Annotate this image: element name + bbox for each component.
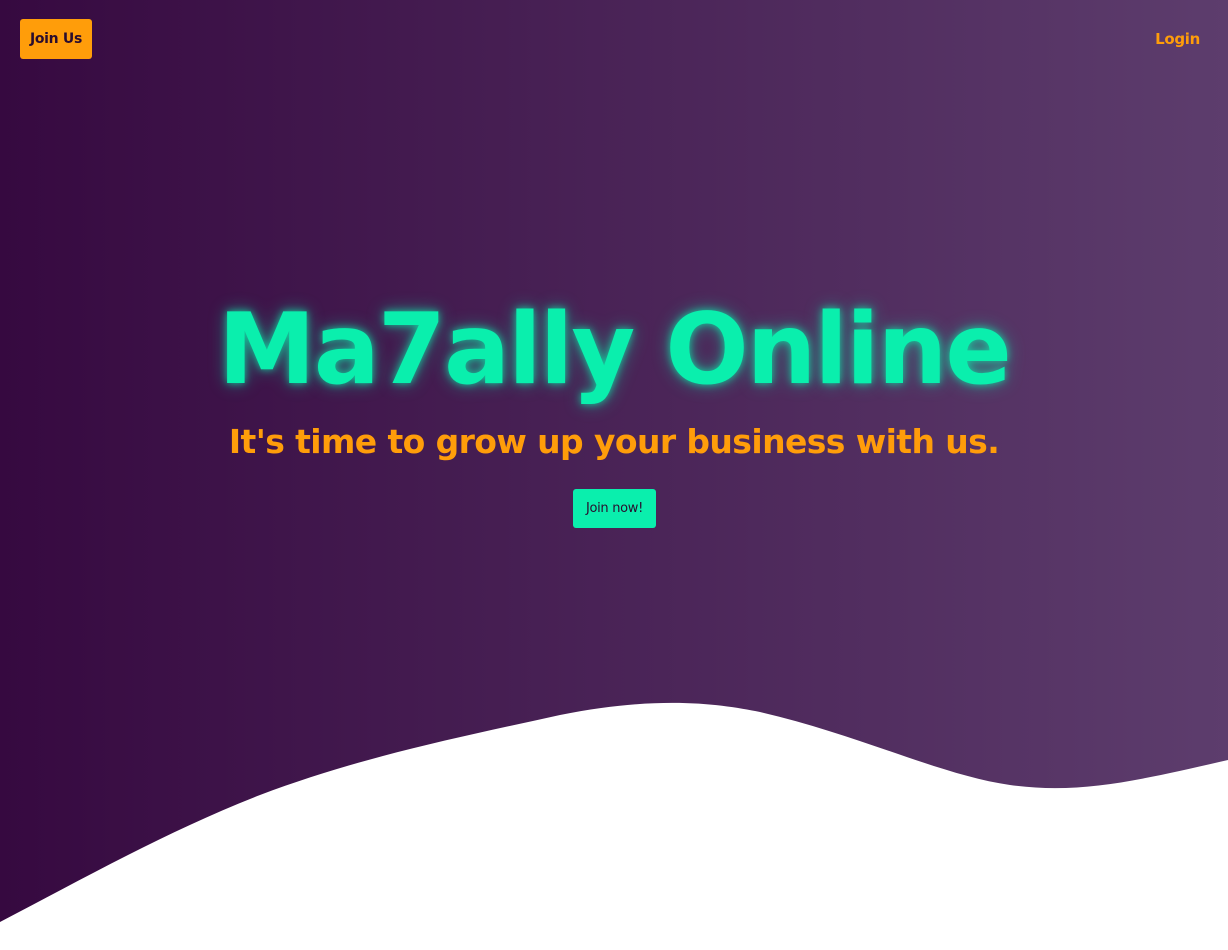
hero-section: Join Us Login Ma7ally Online It's time t… [0, 0, 1228, 950]
hero-subtitle: It's time to grow up your business with … [228, 422, 1000, 461]
join-us-button[interactable]: Join Us [20, 19, 92, 59]
hero-title: Ma7ally Online [218, 293, 1012, 407]
join-now-button[interactable]: Join now! [573, 489, 656, 528]
hero-background [0, 0, 1228, 950]
login-link[interactable]: Login [1155, 29, 1200, 49]
